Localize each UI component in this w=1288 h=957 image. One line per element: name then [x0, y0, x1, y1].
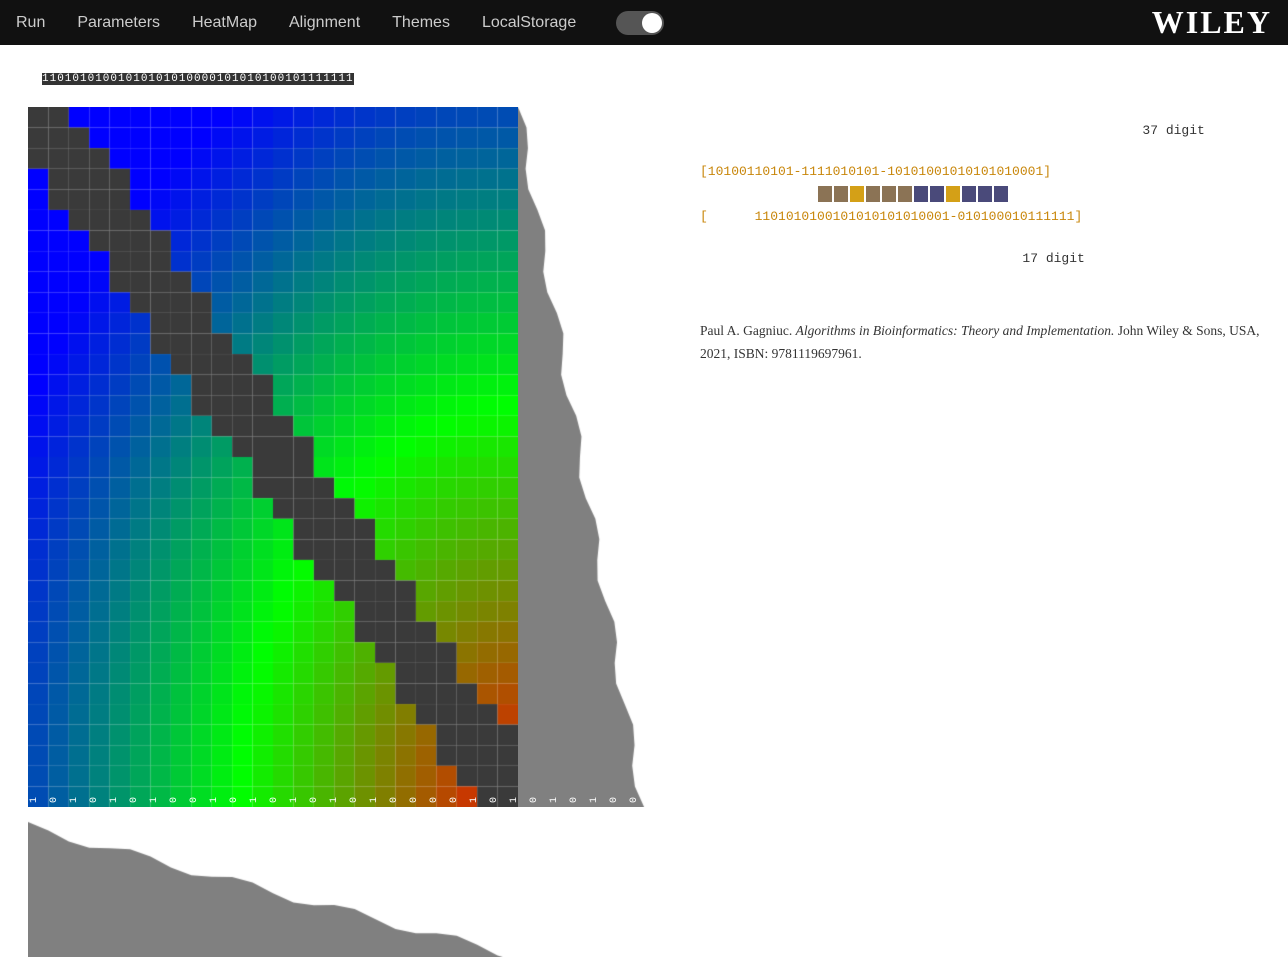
left-panel: 1101010100101010101000010101010010111111…	[0, 45, 680, 932]
align-right-label: 37 digit	[700, 100, 1268, 162]
wiley-logo: WILEY	[1152, 4, 1272, 41]
top-sequence: 1101010100101010101000010101010010111111…	[42, 73, 354, 85]
nav-parameters[interactable]: Parameters	[77, 14, 160, 32]
align-mid-blocks	[700, 183, 1268, 207]
nav-heatmap[interactable]: HeatMap	[192, 14, 257, 32]
alignment-info: 37 digit [10100110101-1111010101-1010100…	[700, 100, 1268, 290]
bottom-histogram	[28, 807, 518, 957]
right-panel: 37 digit [10100110101-1111010101-1010100…	[680, 45, 1288, 932]
theme-toggle[interactable]	[616, 11, 664, 35]
nav-localstorage[interactable]: LocalStorage	[482, 14, 576, 32]
nav-themes[interactable]: Themes	[392, 14, 450, 32]
citation-author: Paul A. Gagniuc.	[700, 323, 792, 338]
citation: Paul A. Gagniuc. Algorithms in Bioinform…	[700, 320, 1268, 366]
nav-alignment[interactable]: Alignment	[289, 14, 360, 32]
nav-run[interactable]: Run	[16, 14, 45, 32]
citation-title: Algorithms in Bioinformatics: Theory and…	[796, 323, 1115, 338]
navbar: Run Parameters HeatMap Alignment Themes …	[0, 0, 1288, 45]
align-bottom-seq: [ 1101010100101010101010001-010100010111…	[700, 207, 1268, 228]
align-bottom-label: 17 digit	[700, 228, 1268, 290]
main-content: 1101010100101010101000010101010010111111…	[0, 45, 1288, 932]
mini-blocks	[818, 186, 1008, 202]
